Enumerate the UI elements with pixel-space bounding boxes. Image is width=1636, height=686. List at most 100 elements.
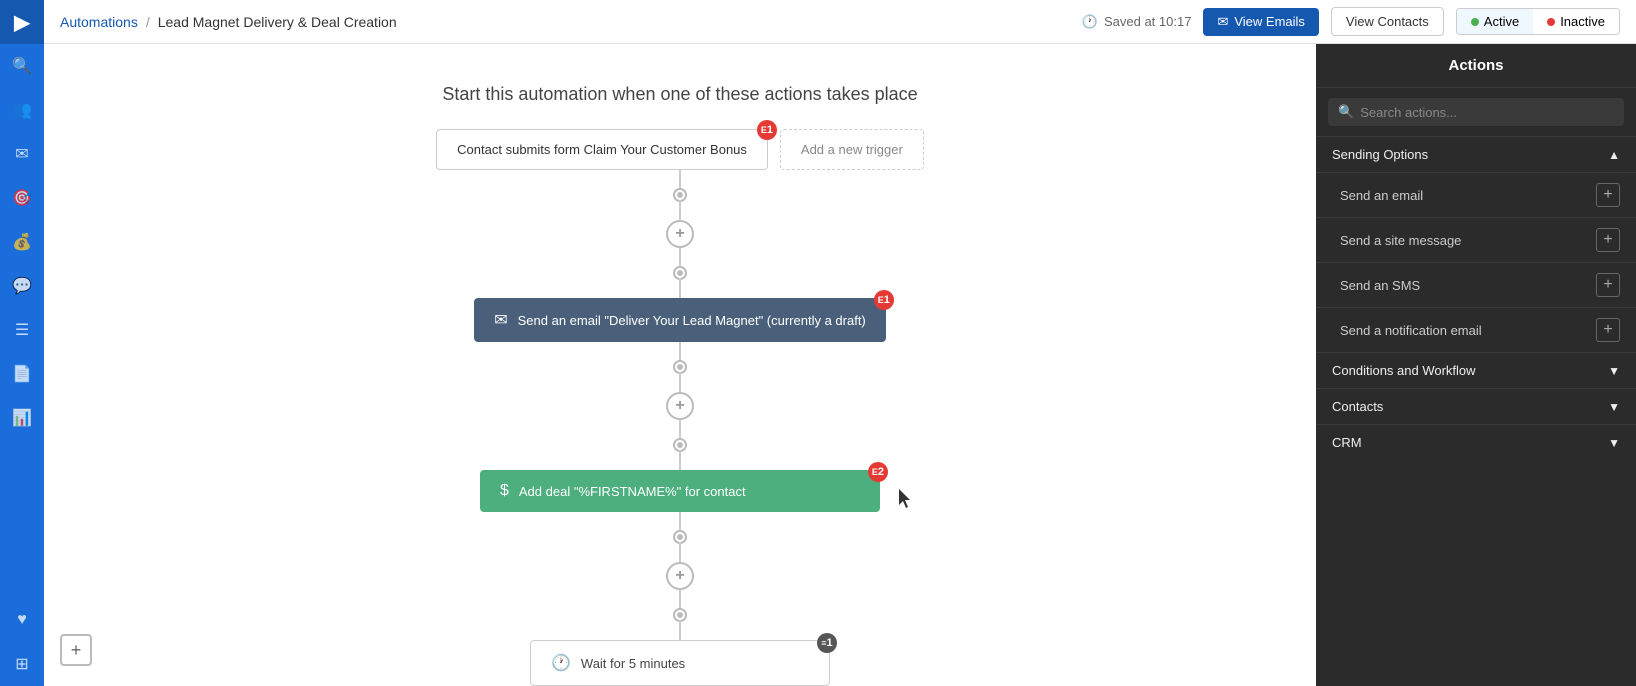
- action-notification-email-label: Send a notification email: [1340, 323, 1482, 338]
- trigger-badge-count: 1: [767, 124, 773, 136]
- trigger-label: Contact submits form Claim Your Customer…: [457, 142, 747, 157]
- search-box[interactable]: 🔍: [1328, 98, 1624, 126]
- section-contacts[interactable]: Contacts ▼: [1316, 388, 1636, 424]
- sidebar-item-contacts[interactable]: 👥: [0, 88, 44, 132]
- action-send-site-message[interactable]: Send a site message +: [1316, 217, 1636, 262]
- action-send-email-label: Send an email: [1340, 188, 1423, 203]
- topbar: Automations / Lead Magnet Delivery & Dea…: [44, 0, 1636, 44]
- connector-line-5: [679, 342, 681, 362]
- sidebar-item-conversations[interactable]: 💬: [0, 264, 44, 308]
- wait-step-label: Wait for 5 minutes: [581, 656, 685, 671]
- sidebar-item-analytics[interactable]: 📊: [0, 396, 44, 440]
- wait-badge-count: 1: [827, 637, 833, 649]
- add-notification-email-icon[interactable]: +: [1596, 318, 1620, 342]
- view-emails-button[interactable]: ✉ View Emails: [1203, 8, 1318, 36]
- crm-label: CRM: [1332, 435, 1362, 450]
- breadcrumb-root[interactable]: Automations: [60, 14, 138, 30]
- connector-circle-4: [675, 440, 685, 450]
- logo-icon: ▶: [14, 10, 29, 35]
- active-button[interactable]: Active: [1457, 9, 1533, 34]
- inactive-dot: [1547, 18, 1555, 26]
- step-wait[interactable]: 🕐 Wait for 5 minutes ≡ 1: [530, 640, 830, 686]
- canvas-title: Start this automation when one of these …: [442, 84, 917, 105]
- status-toggle: Active Inactive: [1456, 8, 1620, 35]
- connector-line-4: [679, 278, 681, 298]
- conditions-workflow-label: Conditions and Workflow: [1332, 363, 1476, 378]
- connector-line-1: [679, 170, 681, 190]
- fab-add-button[interactable]: +: [60, 634, 92, 666]
- view-contacts-button[interactable]: View Contacts: [1331, 7, 1444, 36]
- sidebar-logo[interactable]: ▶: [0, 0, 44, 44]
- action-send-site-message-label: Send a site message: [1340, 233, 1461, 248]
- section-crm[interactable]: CRM ▼: [1316, 424, 1636, 460]
- add-site-message-icon[interactable]: +: [1596, 228, 1620, 252]
- wait-step-icon: 🕐: [551, 653, 571, 673]
- sidebar-item-search[interactable]: 🔍: [0, 44, 44, 88]
- connector-circle-2: [675, 268, 685, 278]
- clock-icon: 🕐: [1082, 14, 1098, 30]
- active-dot: [1471, 18, 1479, 26]
- step-email[interactable]: ✉ Send an email "Deliver Your Lead Magne…: [474, 298, 886, 342]
- add-step-btn-3[interactable]: +: [666, 562, 694, 590]
- connector-circle-5: [675, 532, 685, 542]
- action-send-sms[interactable]: Send an SMS +: [1316, 262, 1636, 307]
- add-trigger-label: Add a new trigger: [801, 142, 903, 157]
- add-trigger-box[interactable]: Add a new trigger: [780, 129, 924, 170]
- inactive-label: Inactive: [1560, 14, 1605, 29]
- connector-circle-1: [675, 190, 685, 200]
- connector-line-9: [679, 512, 681, 532]
- breadcrumb-current: Lead Magnet Delivery & Deal Creation: [158, 14, 397, 30]
- canvas-inner: Start this automation when one of these …: [230, 44, 1130, 686]
- sidebar-item-email[interactable]: ✉: [0, 132, 44, 176]
- trigger-box[interactable]: Contact submits form Claim Your Customer…: [436, 129, 768, 170]
- connector-circle-6: [675, 610, 685, 620]
- connector-line-8: [679, 450, 681, 470]
- contacts-chevron: ▼: [1608, 400, 1620, 414]
- connector-line-12: [679, 620, 681, 640]
- breadcrumb: Automations / Lead Magnet Delivery & Dea…: [60, 14, 397, 30]
- connector-circle-3: [675, 362, 685, 372]
- email-step-label: Send an email "Deliver Your Lead Magnet"…: [518, 313, 866, 328]
- sidebar-item-favorites[interactable]: ♥: [0, 598, 44, 642]
- deal-step-icon: $: [500, 482, 509, 500]
- wait-step-badge: ≡ 1: [817, 633, 837, 653]
- trigger-row: Contact submits form Claim Your Customer…: [436, 129, 924, 170]
- sending-options-chevron: ▲: [1608, 148, 1620, 162]
- sidebar-item-campaigns[interactable]: 🎯: [0, 176, 44, 220]
- active-label: Active: [1484, 14, 1519, 29]
- connector-line-6: [679, 372, 681, 392]
- conditions-workflow-chevron: ▼: [1608, 364, 1620, 378]
- email-icon: ✉: [1217, 14, 1228, 30]
- saved-text: Saved at 10:17: [1104, 14, 1191, 29]
- action-send-sms-label: Send an SMS: [1340, 278, 1420, 293]
- search-input[interactable]: [1360, 105, 1614, 120]
- connector-line-11: [679, 590, 681, 610]
- contacts-label: Contacts: [1332, 399, 1383, 414]
- email-badge-count: 1: [884, 294, 890, 306]
- flow-connectors: + ✉ Send an email "Deliver Your Lead Mag…: [474, 170, 886, 686]
- add-send-email-icon[interactable]: +: [1596, 183, 1620, 207]
- connector-line-7: [679, 420, 681, 440]
- section-conditions-workflow[interactable]: Conditions and Workflow ▼: [1316, 352, 1636, 388]
- sidebar-item-lists[interactable]: ☰: [0, 308, 44, 352]
- view-emails-label: View Emails: [1234, 14, 1305, 29]
- step-deal[interactable]: $ Add deal "%FIRSTNAME%" for contact E 2: [480, 470, 880, 512]
- deal-step-badge: E 2: [868, 462, 888, 482]
- email-step-icon: ✉: [494, 310, 507, 330]
- action-send-notification-email[interactable]: Send a notification email +: [1316, 307, 1636, 352]
- action-send-email[interactable]: Send an email +: [1316, 172, 1636, 217]
- inactive-button[interactable]: Inactive: [1533, 9, 1619, 34]
- sending-options-label: Sending Options: [1332, 147, 1428, 162]
- panel-title: Actions: [1316, 44, 1636, 88]
- breadcrumb-separator: /: [146, 14, 150, 30]
- add-sms-icon[interactable]: +: [1596, 273, 1620, 297]
- deal-badge-count: 2: [878, 466, 884, 478]
- sidebar-item-reports[interactable]: 📄: [0, 352, 44, 396]
- section-sending-options[interactable]: Sending Options ▲: [1316, 136, 1636, 172]
- sidebar-item-deals[interactable]: 💰: [0, 220, 44, 264]
- sidebar-item-settings[interactable]: ⊞: [0, 642, 44, 686]
- main-area: Automations / Lead Magnet Delivery & Dea…: [44, 0, 1636, 686]
- view-contacts-label: View Contacts: [1346, 14, 1429, 29]
- add-step-btn-1[interactable]: +: [666, 220, 694, 248]
- add-step-btn-2[interactable]: +: [666, 392, 694, 420]
